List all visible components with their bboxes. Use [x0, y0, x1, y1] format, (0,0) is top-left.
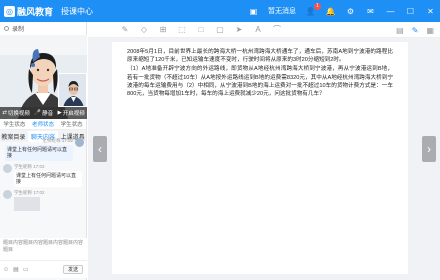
student-video-image — [59, 74, 86, 106]
note-icon[interactable]: ▢ — [215, 25, 225, 34]
chat-message: 学生昵称 17:02 — [3, 190, 84, 211]
chat-text: 课堂上有任何问题请可以直接 — [5, 145, 73, 161]
emoji-icon[interactable]: ☺ — [3, 267, 9, 273]
switch-icon: ⇄ — [2, 110, 7, 116]
tab-student-status[interactable]: 学生状态 — [3, 120, 25, 128]
chat-list: 老师昵称 17:02 课堂上有任何问题请可以直接 学生昵称 17:02 课堂上有… — [0, 133, 87, 241]
avatar — [75, 138, 84, 147]
avatar — [3, 164, 12, 173]
title-bar-actions: ▣ 暂无消息 👤 1 🔔 ⚙ ✉ — ☐ ✕ — [248, 0, 436, 22]
text-icon[interactable]: A — [253, 25, 263, 34]
minimize-icon[interactable]: — — [385, 6, 396, 17]
chat-message-body: 学生昵称 17:02 — [14, 190, 45, 211]
status-text: 暂无消息 — [268, 8, 296, 15]
chat-message-body: 老师昵称 17:02 课堂上有任何问题请可以直接 — [5, 138, 73, 161]
brand-logo-icon: ◎ — [4, 5, 15, 17]
bell-icon[interactable]: 🔔 — [325, 6, 336, 17]
pen-icon[interactable]: ✎ — [120, 25, 130, 34]
brand: ◎ 融风教育 — [4, 5, 53, 18]
chevron-right-icon: › — [427, 142, 431, 156]
avatar — [3, 190, 12, 199]
toolbar-right: ▤ ✎ ▦ — [396, 22, 434, 38]
switch-view-label: 切换视频 — [7, 111, 30, 117]
record-label: 录制 — [12, 27, 25, 33]
drawing-toolbar: ✎ ◇ ⊞ ⬚ □ ▢ ➤ A ⌒ ▤ ✎ ▦ — [88, 22, 440, 38]
camera-button[interactable]: ▶ 开启视频 — [58, 109, 85, 117]
status-icon[interactable]: ▣ — [248, 6, 259, 17]
add-box-icon[interactable]: ⊞ — [158, 25, 168, 34]
shape-icon[interactable]: □ — [196, 25, 206, 34]
close-icon[interactable]: ✕ — [425, 6, 436, 17]
slide-paragraph: 2008年5月1日，目前世界上最长的跨海大桥一杭州湾跨海大桥通车了，通车后，苏南… — [127, 49, 393, 64]
chat-tools: ☺ ▤ ▭ 发送 — [0, 260, 87, 278]
chat-message: 老师昵称 17:02 课堂上有任何问题请可以直接 — [3, 138, 84, 161]
chevron-left-icon: ‹ — [98, 142, 102, 156]
chat-input[interactable]: 题目内容题目内容题目内容题目内容题目 — [0, 238, 87, 260]
select-box-icon[interactable]: ⬚ — [177, 25, 187, 34]
eraser-icon[interactable]: ◇ — [139, 25, 149, 34]
chat-image[interactable] — [14, 197, 40, 211]
grid-icon[interactable]: ▦ — [426, 26, 434, 35]
chat-sender: 学生昵称 17:02 — [14, 164, 45, 169]
app-window: ◎ 融风教育 授课中心 ▣ 暂无消息 👤 1 🔔 ⚙ ✉ — ☐ ✕ 录制 ⇄ … — [0, 0, 440, 280]
record-toggle[interactable]: 录制 — [0, 22, 86, 35]
folder-icon[interactable]: ▭ — [23, 266, 29, 273]
mute-label: 静音 — [42, 111, 54, 117]
camera-label: 开启视频 — [62, 111, 85, 117]
chat-message: 学生昵称 17:02 课堂上有任何问题请可以直接 — [3, 164, 84, 187]
tab-teacher-status[interactable]: 老师状态 — [32, 120, 54, 128]
switch-view-button[interactable]: ⇄ 切换视频 — [2, 109, 30, 117]
chat-message-body: 学生昵称 17:02 课堂上有任何问题请可以直接 — [14, 164, 82, 187]
status-tabs: 学生状态 老师状态 学生状态 — [0, 119, 86, 130]
slide-paragraph: （1）A地准备开辟宁波方向的外运路线，即货物从A地经杭州湾跨海大桥到宁波港，再从… — [127, 66, 393, 98]
brand-name: 融风教育 — [17, 6, 54, 17]
pointer-icon[interactable]: ➤ — [234, 25, 244, 34]
camera-icon: ▶ — [57, 110, 62, 116]
line-icon[interactable]: ⌒ — [272, 24, 282, 35]
send-button[interactable]: 发送 — [63, 265, 83, 274]
tab-student-status-2[interactable]: 学生状态 — [61, 120, 83, 128]
highlight-pen-icon[interactable]: ✎ — [412, 26, 419, 35]
mute-button[interactable]: 🎤 静音 — [34, 109, 53, 117]
title-bar: ◎ 融风教育 授课中心 ▣ 暂无消息 👤 1 🔔 ⚙ ✉ — ☐ ✕ — [0, 0, 440, 22]
maximize-icon[interactable]: ☐ — [405, 6, 416, 17]
next-page-button[interactable]: › — [422, 136, 436, 162]
slide-content: 2008年5月1日，目前世界上最长的跨海大桥一杭州湾跨海大桥通车了，通车后，苏南… — [112, 42, 408, 274]
teacher-video: ⇄ 切换视频 🎤 静音 ▶ 开启视频 — [0, 35, 87, 119]
settings-icon[interactable]: ⚙ — [345, 6, 356, 17]
prev-page-button[interactable]: ‹ — [93, 136, 107, 162]
whiteboard-stage: ‹ 2008年5月1日，目前世界上最长的跨海大桥一杭州湾跨海大桥通车了，通车后，… — [88, 38, 440, 280]
image-icon[interactable]: ▤ — [13, 266, 19, 273]
doc-icon[interactable]: ▤ — [396, 26, 404, 35]
record-icon — [4, 26, 9, 31]
notify-badge: 1 — [314, 2, 321, 10]
message-icon[interactable]: ✉ — [365, 6, 376, 17]
mic-icon: 🎤 — [34, 110, 42, 116]
user-icon[interactable]: 👤 1 — [305, 2, 321, 17]
student-video-pip[interactable] — [58, 73, 87, 107]
chat-sender: 学生昵称 17:02 — [14, 190, 45, 195]
video-controls: ⇄ 切换视频 🎤 静音 ▶ 开启视频 — [0, 107, 87, 119]
chat-sender: 老师昵称 17:02 — [42, 138, 73, 143]
app-name: 授课中心 — [61, 6, 94, 16]
chat-text: 课堂上有任何问题请可以直接 — [14, 171, 82, 187]
